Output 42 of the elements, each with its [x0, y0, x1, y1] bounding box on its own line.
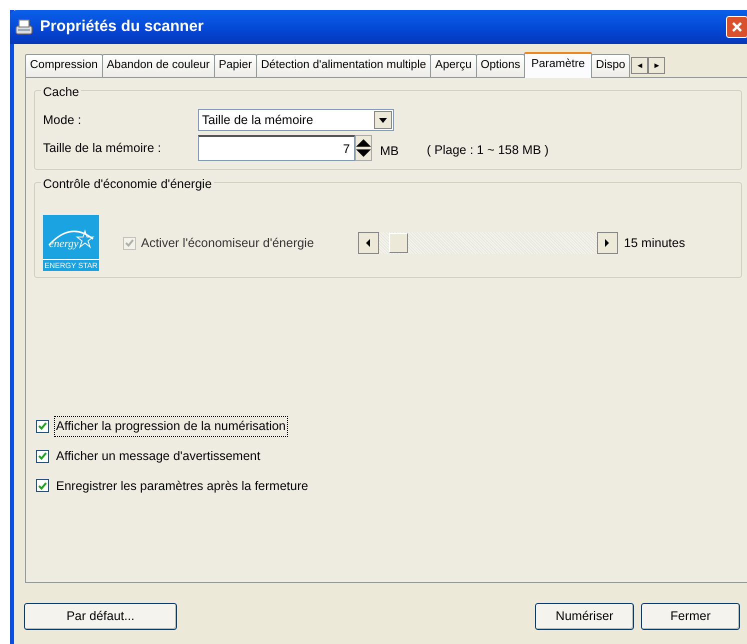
slider-right-button[interactable] [596, 232, 618, 254]
checkbox-label: Enregistrer les paramètres après la fermeture [55, 478, 310, 495]
spin-buttons[interactable] [355, 135, 372, 161]
check-icon [125, 239, 134, 247]
tab[interactable]: Papier [214, 54, 257, 77]
tab[interactable]: Abandon de couleur [102, 54, 215, 77]
checkbox-label: Afficher la progression de la numérisation [54, 416, 288, 437]
check-icon [38, 422, 47, 430]
checkbox[interactable] [36, 479, 49, 492]
checkbox[interactable] [36, 420, 49, 433]
checkbox[interactable] [36, 450, 49, 463]
unit-label: MB [380, 142, 399, 160]
range-text: ( Plage : 1 ~ 158 MB ) [426, 142, 549, 159]
dialog-button[interactable]: Numériser [535, 603, 634, 630]
right-arrow-icon [605, 239, 610, 247]
caret-icon [379, 118, 387, 122]
dialog-button[interactable]: Par défaut... [24, 603, 177, 630]
tab-scroll-button[interactable]: ◄ [631, 57, 648, 74]
check-icon [38, 452, 47, 460]
tab[interactable]: Dispo [590, 54, 630, 77]
dialog-button[interactable]: Fermer [641, 603, 740, 630]
mode-dropdown[interactable]: Taille de la mémoire [198, 109, 394, 131]
slider-thumb[interactable] [388, 233, 408, 253]
tab-scroll-button[interactable]: ► [648, 57, 666, 74]
tab[interactable]: Compression [25, 54, 103, 77]
left-arrow-icon [366, 239, 370, 247]
scanner-icon [14, 17, 34, 37]
memory-size-field[interactable]: 7 [198, 135, 355, 161]
close-icon [731, 21, 743, 33]
check-icon [38, 482, 47, 490]
field-label: Mode : [43, 112, 82, 129]
tab[interactable]: Paramètre [524, 52, 592, 78]
checkbox-label: Afficher un message d'avertissement [55, 448, 262, 465]
field-label: Taille de la mémoire : [43, 140, 162, 157]
close-button[interactable] [726, 16, 747, 38]
tab[interactable]: Aperçu [430, 54, 477, 77]
tab[interactable]: Détection d'alimentation multiple [256, 54, 432, 77]
slider-reading: 15 minutes [624, 234, 686, 252]
tab[interactable]: Options [476, 54, 526, 77]
window-title: Propriétés du scanner [40, 17, 204, 38]
checkbox-label: Activer l'économiseur d'énergie [141, 234, 314, 252]
slider-left-button[interactable] [358, 232, 379, 254]
